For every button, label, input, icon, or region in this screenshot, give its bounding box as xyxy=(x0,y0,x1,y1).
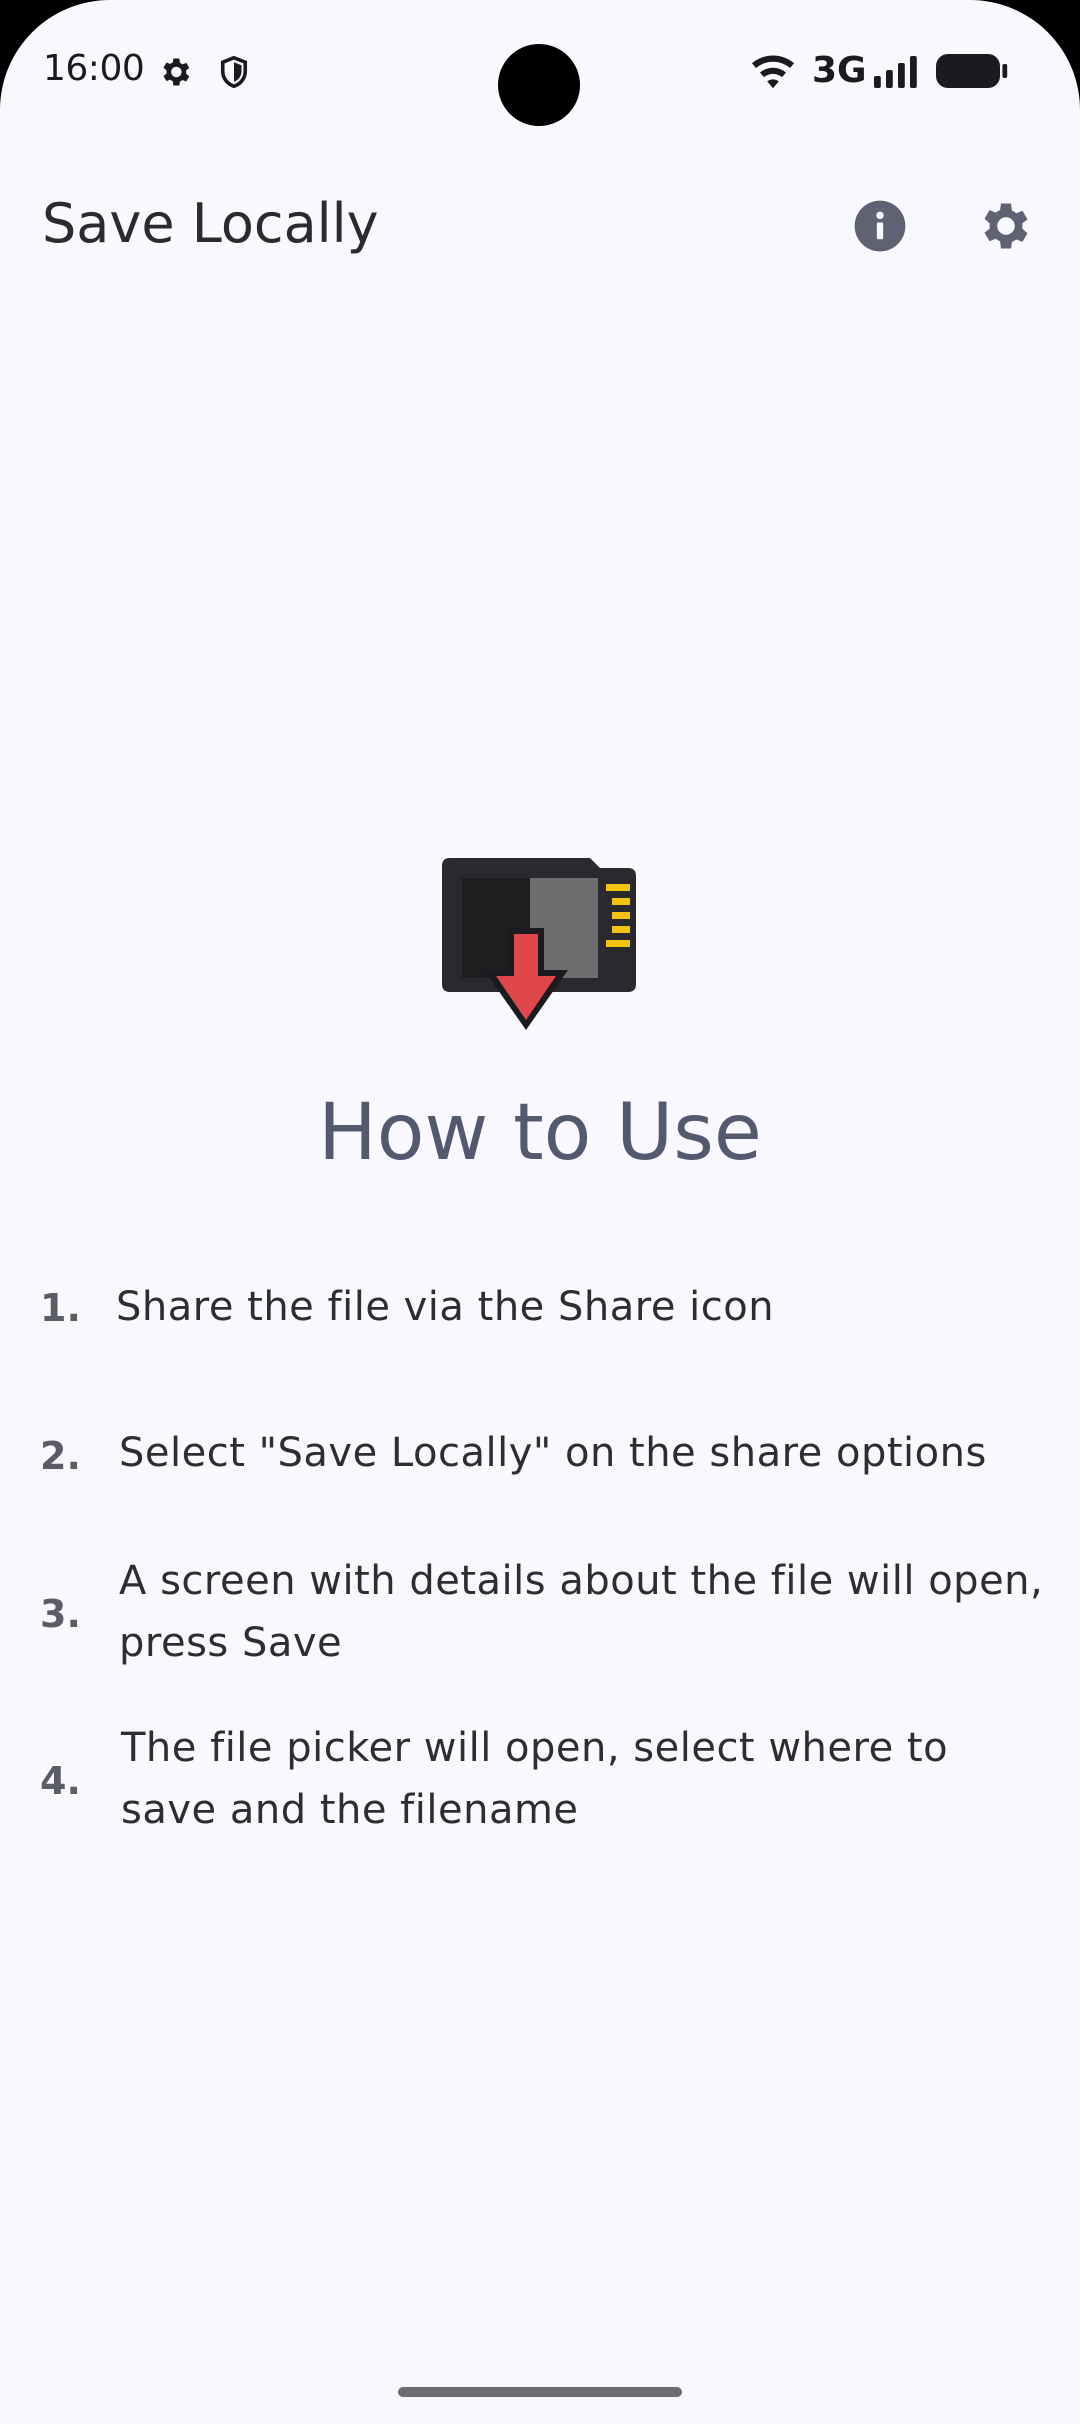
app-screen: 16:00 3G Save Locally How to Use 1. Shar… xyxy=(0,0,1080,2424)
wifi-icon xyxy=(751,55,795,89)
step-4: 4. The file picker will open, select whe… xyxy=(40,1717,1050,1847)
step-text-line-1: A screen with details about the file wil… xyxy=(119,1558,1044,1604)
step-text-line-1: The file picker will open, select where … xyxy=(121,1725,949,1771)
how-to-use-heading: How to Use xyxy=(318,1088,762,1178)
info-icon xyxy=(854,200,906,252)
sd-card-download-icon xyxy=(442,858,636,1030)
settings-icon xyxy=(984,203,1028,249)
step-number: 4. xyxy=(40,1759,81,1803)
app-title: Save Locally xyxy=(42,192,379,255)
step-2: 2. Select "Save Locally" on the share op… xyxy=(40,1422,1050,1492)
settings-gear-icon xyxy=(163,58,190,86)
status-bar: 16:00 3G xyxy=(0,0,1080,140)
step-3: 3. A screen with details about the file … xyxy=(40,1550,1050,1680)
cellular-signal-icon xyxy=(874,56,917,88)
settings-button[interactable] xyxy=(968,188,1044,264)
front-camera xyxy=(498,44,580,126)
step-number: 3. xyxy=(40,1592,81,1636)
step-text: Share the file via the Share icon xyxy=(116,1284,775,1330)
step-1: 1. Share the file via the Share icon xyxy=(40,1276,1050,1346)
battery-icon xyxy=(936,54,1008,88)
info-button[interactable] xyxy=(842,188,918,264)
status-time: 16:00 xyxy=(43,48,145,89)
shield-icon xyxy=(220,55,248,89)
home-indicator[interactable] xyxy=(398,2387,682,2397)
step-text-line-2: save and the filename xyxy=(121,1787,579,1833)
top-app-bar: Save Locally xyxy=(0,170,1080,282)
step-number: 1. xyxy=(40,1286,81,1330)
step-number: 2. xyxy=(40,1434,81,1478)
step-text: Select "Save Locally" on the share optio… xyxy=(119,1430,987,1476)
network-type: 3G xyxy=(812,50,867,91)
step-text-line-2: press Save xyxy=(119,1620,343,1666)
